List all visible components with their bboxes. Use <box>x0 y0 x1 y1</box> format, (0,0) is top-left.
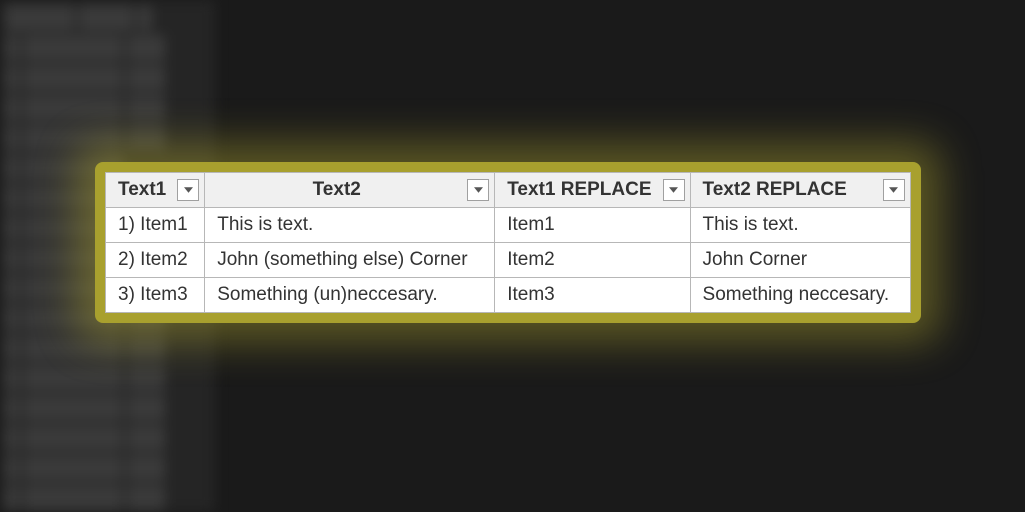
column-header-label: Text2 REPLACE <box>703 179 847 200</box>
filter-button-text2[interactable] <box>467 179 489 201</box>
cell-text1[interactable]: 3) Item3 <box>106 278 205 313</box>
filter-button-text1-replace[interactable] <box>663 179 685 201</box>
cell-text1[interactable]: 2) Item2 <box>106 243 205 278</box>
cell-text2[interactable]: This is text. <box>205 208 495 243</box>
table-header-row: Text1 Text2 Text1 REPLACE <box>106 173 911 208</box>
cell-text2[interactable]: John (something else) Corner <box>205 243 495 278</box>
filter-button-text2-replace[interactable] <box>883 179 905 201</box>
data-table: Text1 Text2 Text1 REPLACE <box>105 172 911 313</box>
chevron-down-icon <box>669 187 678 193</box>
cell-text1-replace[interactable]: Item3 <box>495 278 690 313</box>
column-header-text2[interactable]: Text2 <box>205 173 495 208</box>
column-header-text2-replace[interactable]: Text2 REPLACE <box>690 173 910 208</box>
table-row[interactable]: 1) Item1 This is text. Item1 This is tex… <box>106 208 911 243</box>
cell-text2-replace[interactable]: Something neccesary. <box>690 278 910 313</box>
filter-button-text1[interactable] <box>177 179 199 201</box>
table-row[interactable]: 3) Item3 Something (un)neccesary. Item3 … <box>106 278 911 313</box>
cell-text2-replace[interactable]: This is text. <box>690 208 910 243</box>
highlighted-table-container: Text1 Text2 Text1 REPLACE <box>95 162 921 323</box>
column-header-label: Text1 <box>118 179 166 200</box>
column-header-label: Text2 <box>313 179 361 200</box>
cell-text2-replace[interactable]: John Corner <box>690 243 910 278</box>
column-header-label: Text1 REPLACE <box>507 179 651 200</box>
cell-text2[interactable]: Something (un)neccesary. <box>205 278 495 313</box>
chevron-down-icon <box>474 187 483 193</box>
cell-text1[interactable]: 1) Item1 <box>106 208 205 243</box>
column-header-text1[interactable]: Text1 <box>106 173 205 208</box>
cell-text1-replace[interactable]: Item2 <box>495 243 690 278</box>
cell-text1-replace[interactable]: Item1 <box>495 208 690 243</box>
chevron-down-icon <box>184 187 193 193</box>
table-row[interactable]: 2) Item2 John (something else) Corner It… <box>106 243 911 278</box>
chevron-down-icon <box>889 187 898 193</box>
column-header-text1-replace[interactable]: Text1 REPLACE <box>495 173 690 208</box>
